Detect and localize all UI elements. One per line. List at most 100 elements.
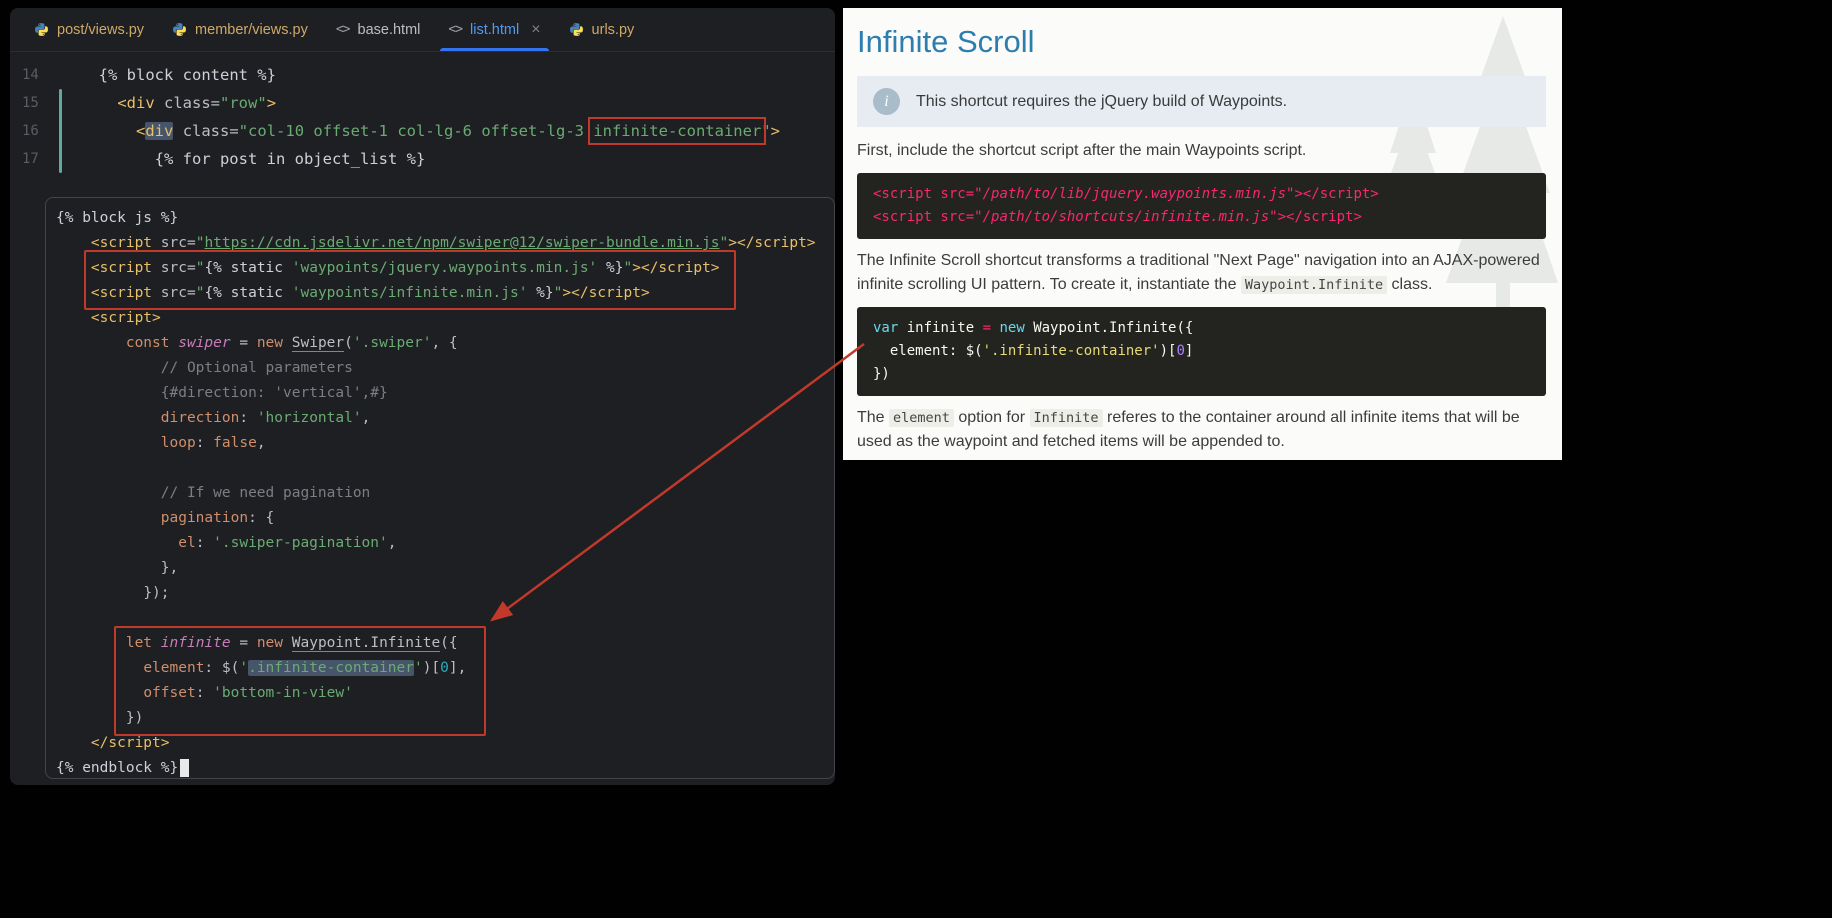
text-caret bbox=[180, 759, 190, 777]
code-token: "/path/to/shortcuts/infinite.min.js" bbox=[974, 209, 1278, 225]
code-token: Waypoint.Infinite bbox=[291, 635, 441, 652]
code-token: element: $( bbox=[873, 343, 983, 359]
code-token: < bbox=[136, 122, 146, 140]
code-line: var infinite = new Waypoint.Infinite({ bbox=[873, 317, 1530, 340]
code-token: offset bbox=[143, 685, 196, 701]
html-file-icon: <> bbox=[335, 22, 351, 37]
code-token: <script> bbox=[90, 310, 161, 326]
code-token: ({ bbox=[440, 635, 458, 651]
code-token: ] bbox=[1184, 343, 1194, 359]
code-token: 'waypoints/jquery.waypoints.min.js' bbox=[291, 260, 598, 276]
code-line: pagination: { bbox=[56, 506, 834, 531]
code-line: 16 <div class="col-10 offset-1 col-lg-6 … bbox=[10, 117, 835, 145]
code-token: false bbox=[213, 435, 257, 451]
editor-js-block[interactable]: {% block js %} <script src="https://cdn.… bbox=[45, 197, 835, 779]
code-token: <div bbox=[117, 94, 155, 112]
code-token: src bbox=[160, 260, 187, 276]
code-token: }) bbox=[873, 366, 890, 382]
tab-label: list.html bbox=[470, 21, 520, 38]
inline-code: Infinite bbox=[1029, 409, 1103, 427]
editor-top-code[interactable]: 14 {% block content %} 15 <div class="row… bbox=[10, 53, 835, 173]
code-line: offset: 'bottom-in-view' bbox=[56, 681, 834, 706]
tab-base.html[interactable]: <> base.html bbox=[322, 8, 435, 51]
code-token: class bbox=[164, 94, 211, 112]
code-token: Waypoint.Infinite({ bbox=[1024, 320, 1194, 336]
code-token: ></script> bbox=[1294, 186, 1379, 202]
code-token: = bbox=[186, 260, 196, 276]
code-token: = bbox=[186, 285, 196, 301]
code-token: div bbox=[145, 122, 174, 140]
code-token: loop bbox=[160, 435, 196, 451]
code-token: = bbox=[229, 122, 239, 140]
tab-member/views.py[interactable]: member/views.py bbox=[158, 8, 322, 51]
python-file-icon bbox=[172, 22, 187, 37]
code-token: {% static bbox=[204, 285, 292, 301]
doc-title: Infinite Scroll bbox=[857, 24, 1035, 59]
code-token: new bbox=[256, 335, 284, 351]
code-token: ( bbox=[344, 335, 353, 351]
code-line: <script src="{% static 'waypoints/infini… bbox=[56, 281, 834, 306]
code-line: const swiper = new Swiper('.swiper', { bbox=[56, 331, 834, 356]
code-token: const bbox=[125, 335, 170, 351]
code-token: ' bbox=[239, 660, 249, 676]
code-token: ' bbox=[413, 660, 423, 676]
tab-urls.py[interactable]: urls.py bbox=[555, 8, 649, 51]
line-number: 17 bbox=[22, 151, 39, 167]
tab-label: base.html bbox=[357, 21, 421, 38]
code-token: }) bbox=[125, 710, 144, 726]
info-callout: i This shortcut requires the jQuery buil… bbox=[857, 76, 1546, 127]
code-token: direction bbox=[160, 410, 240, 426]
code-line: <script src= " {% static 'waypoints/jquery… bbox=[56, 256, 834, 281]
code-line: }) bbox=[873, 363, 1530, 386]
text-run: The Infinite Scroll shortcut transforms … bbox=[857, 252, 1540, 293]
code-token: , bbox=[361, 410, 371, 426]
code-token: // If we need pagination bbox=[160, 485, 371, 501]
code-token: )[ bbox=[1159, 343, 1177, 359]
doc-code-include-scripts: <script src="/path/to/lib/jquery.waypoin… bbox=[857, 173, 1546, 239]
code-token: {% for post in object_list %} bbox=[154, 150, 426, 168]
code-line: element: $('.infinite-container')[0] bbox=[873, 340, 1530, 363]
code-token: pagination bbox=[160, 510, 249, 526]
code-token: <script src= bbox=[873, 209, 975, 225]
code-line: element: $('.infinite-container')[0], bbox=[56, 656, 834, 681]
code-token: <script bbox=[90, 260, 153, 276]
tab-post/views.py[interactable]: post/views.py bbox=[20, 8, 158, 51]
inline-code: Waypoint.Infinite bbox=[1240, 276, 1388, 294]
code-token: new bbox=[999, 320, 1025, 336]
code-editor-panel[interactable]: post/views.py member/views.py <> base.html <… bbox=[10, 8, 835, 785]
code-token: ></script> bbox=[1277, 209, 1362, 225]
python-file-icon bbox=[34, 22, 49, 37]
code-line: 14 {% block content %} bbox=[10, 61, 835, 89]
red-annotation-inline-box: infinite-container bbox=[588, 117, 767, 145]
tab-close-icon[interactable]: × bbox=[531, 21, 540, 39]
code-token: = bbox=[210, 94, 221, 112]
html-file-icon: <> bbox=[448, 22, 463, 37]
code-token: : { bbox=[248, 510, 275, 526]
code-token: var bbox=[873, 320, 899, 336]
code-token: '.swiper' bbox=[352, 335, 432, 351]
code-token: }); bbox=[143, 585, 170, 601]
tab-label: post/views.py bbox=[57, 21, 145, 38]
tab-list.html[interactable]: <> list.html × bbox=[434, 8, 554, 51]
code-token: class bbox=[182, 122, 230, 140]
code-token: = bbox=[982, 320, 992, 336]
code-line: // Optional parameters bbox=[56, 356, 834, 381]
code-line: // If we need pagination bbox=[56, 481, 834, 506]
url-link[interactable]: https://cdn.jsdelivr.net/npm/swiper@12/s… bbox=[204, 235, 719, 251]
code-token: $( bbox=[221, 660, 240, 676]
code-token: : bbox=[195, 435, 214, 451]
code-line: <script src="/path/to/shortcuts/infinite… bbox=[873, 206, 1530, 229]
